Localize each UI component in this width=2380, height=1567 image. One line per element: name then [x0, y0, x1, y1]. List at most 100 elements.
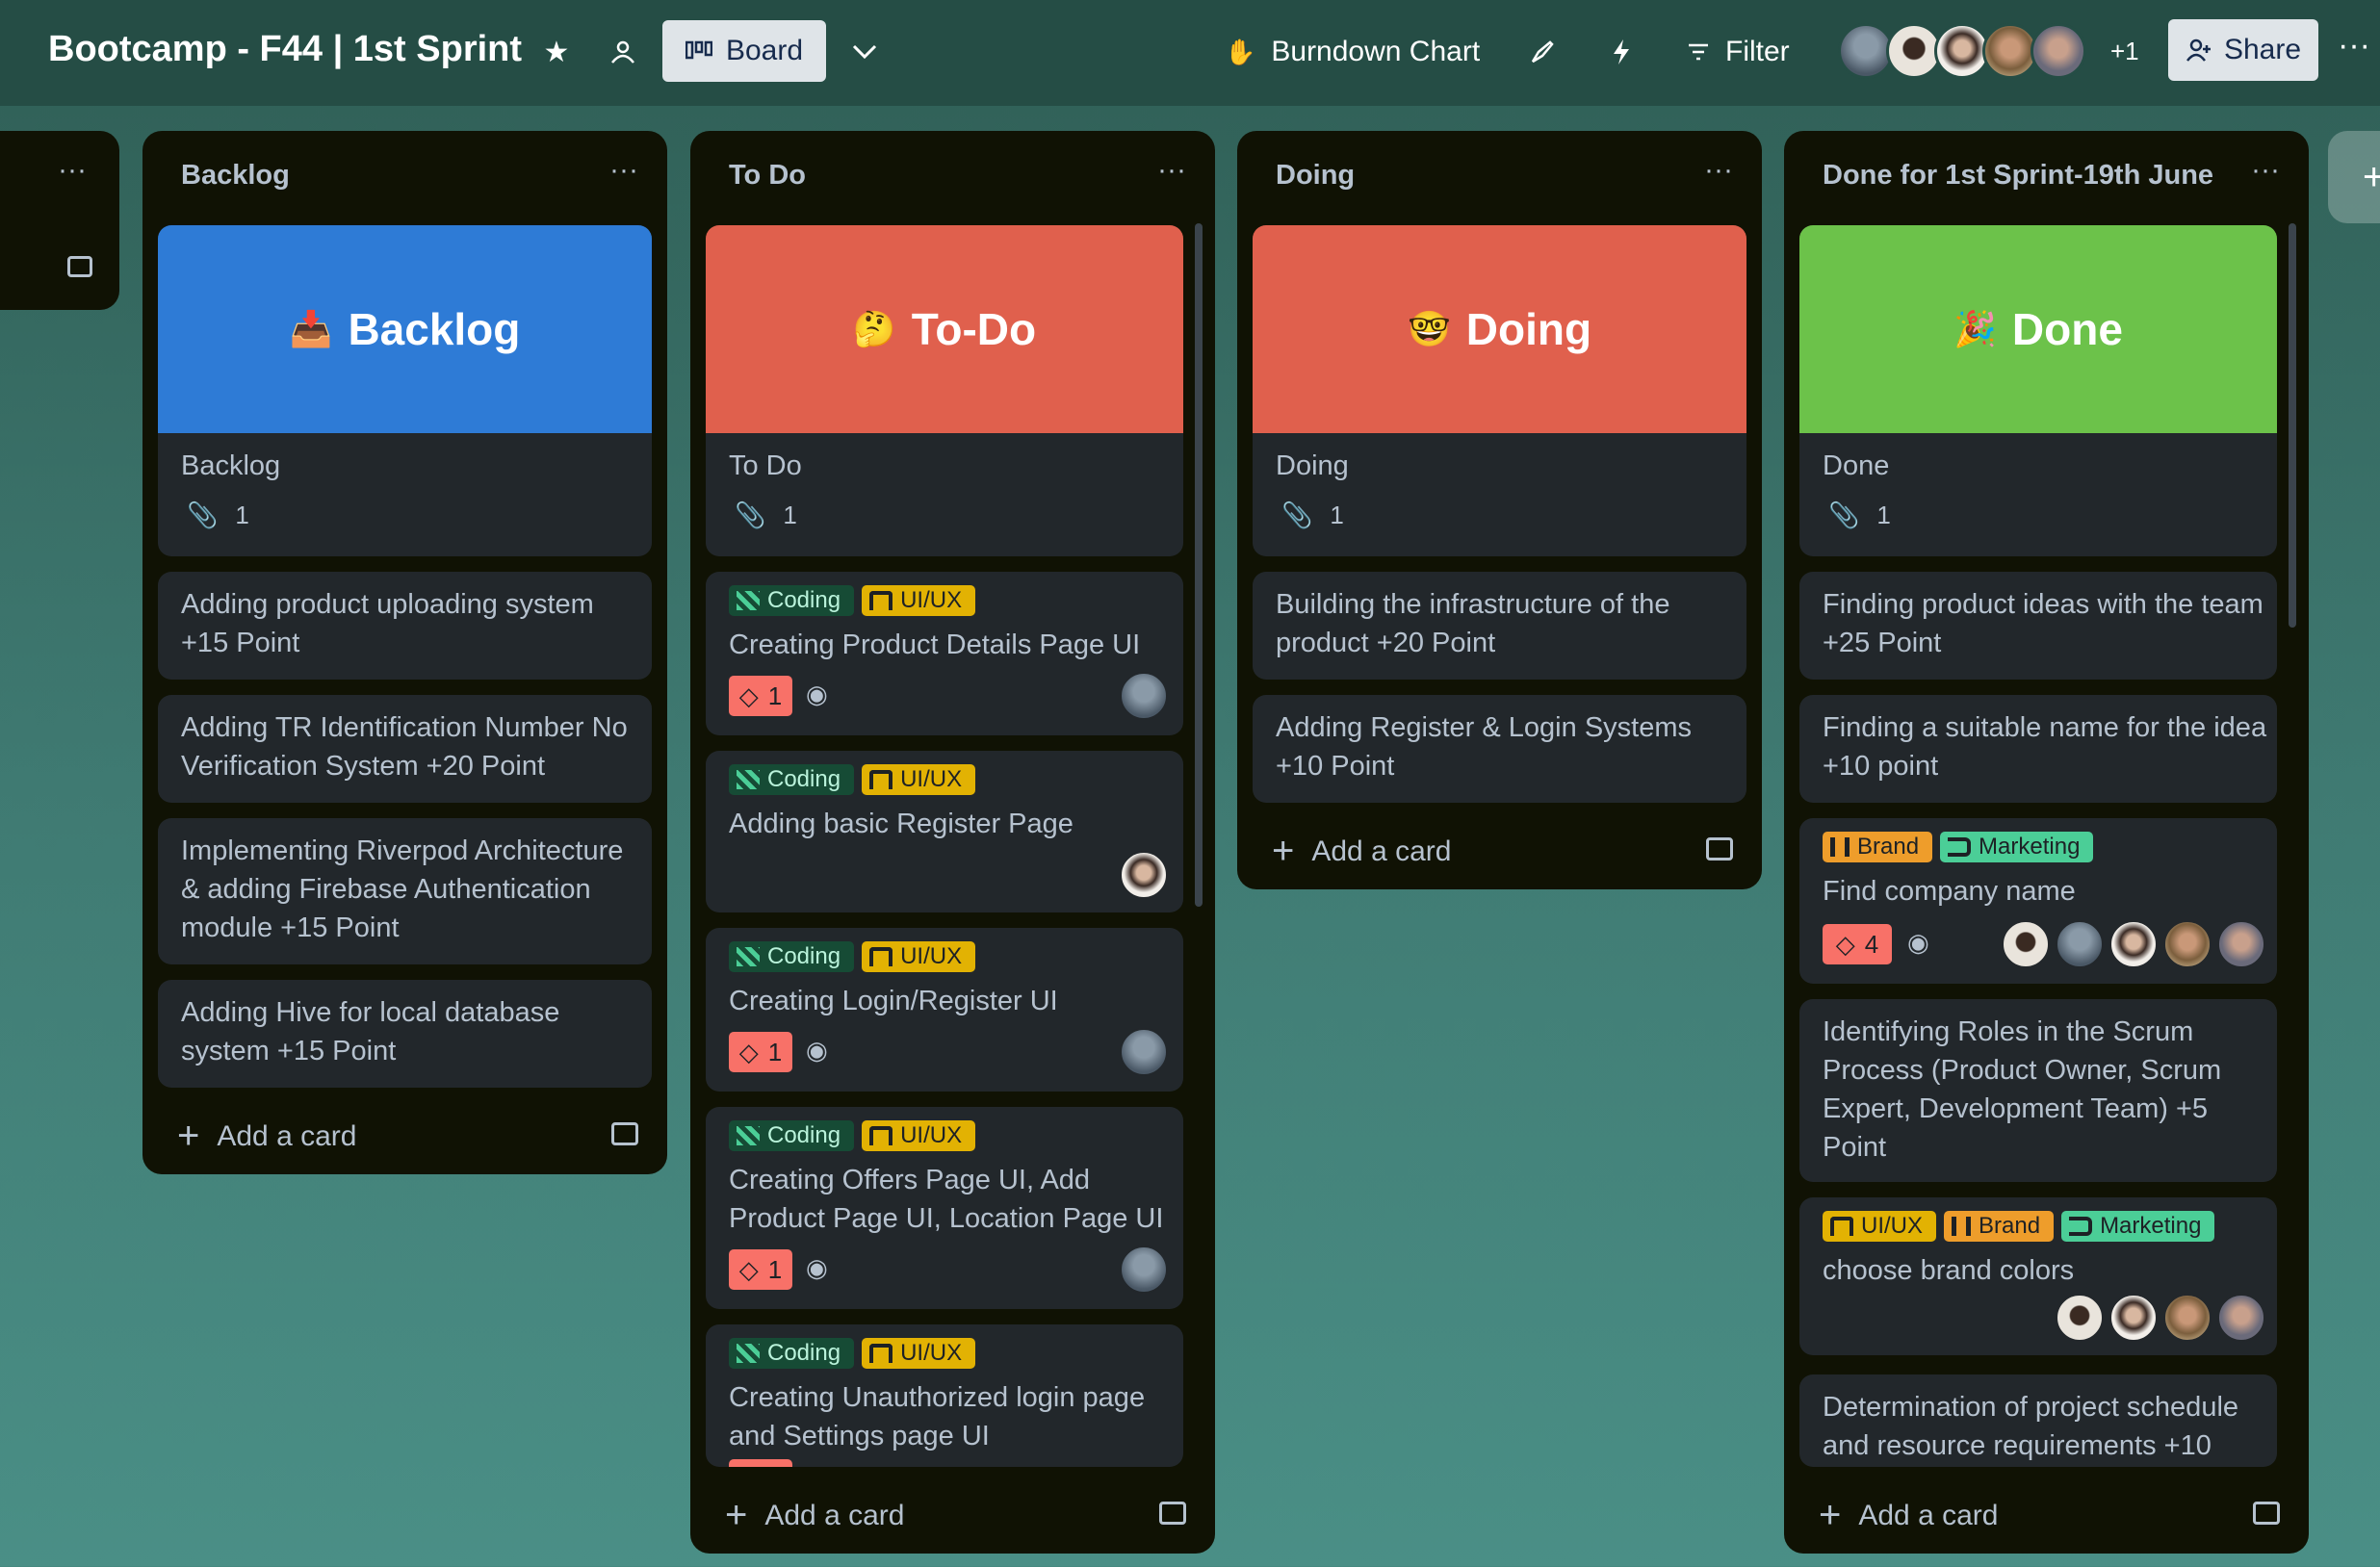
automation-lightning-icon[interactable] — [1602, 33, 1641, 71]
card[interactable]: Brand Marketing Find company name ◇ 4 ◉ — [1799, 818, 2277, 984]
label-coding[interactable]: Coding — [729, 585, 855, 616]
list-more-icon[interactable]: ··· — [609, 154, 638, 187]
template-icon[interactable] — [1706, 837, 1733, 861]
template-icon[interactable] — [1159, 1502, 1186, 1525]
list-title[interactable]: Done for 1st Sprint-19th June — [1823, 160, 2213, 192]
member-avatar[interactable] — [2217, 1294, 2265, 1342]
member-avatar[interactable] — [1120, 851, 1168, 899]
member-avatar[interactable] — [1120, 1028, 1168, 1076]
label-brand[interactable]: Brand — [1944, 1211, 2055, 1242]
card[interactable]: Building the infrastructure of the produ… — [1253, 572, 1746, 680]
card[interactable]: Finding product ideas with the team +25 … — [1799, 572, 2277, 680]
label-text: UI/UX — [900, 587, 963, 613]
workspace-visibility-icon[interactable] — [604, 33, 642, 71]
card[interactable]: Adding Register & Login Systems +10 Poin… — [1253, 695, 1746, 803]
label-uiux[interactable]: UI/UX — [1823, 1211, 1937, 1242]
member-avatar[interactable] — [2056, 1294, 2104, 1342]
priority-badge: ◇ 1 — [729, 1249, 792, 1290]
label-coding[interactable]: Coding — [729, 1120, 855, 1151]
plus-icon: + — [725, 1494, 748, 1536]
label-text: UI/UX — [900, 1340, 963, 1366]
label-text: UI/UX — [1861, 1213, 1924, 1239]
member-avatar[interactable] — [2109, 920, 2158, 968]
card[interactable]: Determination of project schedule and re… — [1799, 1374, 2277, 1467]
card[interactable]: Coding UI/UX Creating Unauthorized login… — [706, 1324, 1183, 1467]
card[interactable]: Implementing Riverpod Architecture & add… — [158, 818, 652, 964]
add-card-button[interactable]: + Add a card — [177, 1115, 356, 1158]
cover-card[interactable]: 🤓 Doing Doing 📎 1 — [1253, 225, 1746, 556]
list-more-icon[interactable]: ··· — [58, 154, 87, 187]
card-title: Creating Offers Page UI, Add Product Pag… — [729, 1165, 1164, 1234]
add-person-icon — [2186, 39, 2211, 62]
add-card-button[interactable]: + Add a card — [1272, 830, 1451, 873]
template-icon[interactable] — [611, 1122, 638, 1145]
member-avatar[interactable] — [2109, 1294, 2158, 1342]
label-coding[interactable]: Coding — [729, 764, 855, 795]
card[interactable]: Coding UI/UX Adding basic Register Page — [706, 751, 1183, 912]
member-avatar[interactable] — [2002, 920, 2050, 968]
list-title[interactable]: To Do — [729, 160, 806, 192]
list-more-icon[interactable]: ··· — [2251, 154, 2280, 187]
card-title: Building the infrastructure of the produ… — [1276, 589, 1670, 658]
list-more-icon[interactable]: ··· — [1704, 154, 1733, 187]
label-marketing[interactable]: Marketing — [2061, 1211, 2215, 1242]
list-title[interactable]: Doing — [1276, 160, 1355, 192]
label-brand[interactable]: Brand — [1823, 832, 1933, 862]
add-card-button[interactable]: + Add a card — [1819, 1494, 1998, 1537]
board-title[interactable]: Bootcamp - F44 | 1st Sprint — [48, 29, 522, 70]
attachment-count: 1 — [1330, 501, 1344, 529]
member-avatar[interactable] — [1120, 1246, 1168, 1294]
card[interactable]: Coding UI/UX Creating Login/Register UI … — [706, 928, 1183, 1092]
rocket-icon[interactable] — [1523, 33, 1562, 71]
label-marketing[interactable]: Marketing — [1940, 832, 2094, 862]
chevron-down-icon[interactable] — [845, 33, 884, 71]
card[interactable]: Identifying Roles in the Scrum Process (… — [1799, 999, 2277, 1182]
filter-button[interactable]: Filter — [1687, 29, 1790, 75]
template-icon[interactable] — [2253, 1502, 2280, 1525]
cover-card[interactable]: 📥 Backlog Backlog 📎 1 — [158, 225, 652, 556]
label-uiux[interactable]: UI/UX — [862, 1338, 976, 1369]
watching-eye-icon: ◉ — [806, 1036, 828, 1065]
list-scrollbar[interactable] — [2289, 223, 2296, 628]
star-icon[interactable]: ★ — [537, 33, 576, 71]
card[interactable]: Finding a suitable name for the idea +10… — [1799, 695, 2277, 803]
member-avatar[interactable] — [1120, 672, 1168, 720]
card[interactable]: Adding Hive for local database system +1… — [158, 980, 652, 1088]
plus-icon: + — [1819, 1494, 1842, 1536]
member-avatar[interactable] — [2031, 23, 2086, 79]
label-coding[interactable]: Coding — [729, 1338, 855, 1369]
card[interactable]: Coding UI/UX Creating Offers Page UI, Ad… — [706, 1107, 1183, 1309]
member-avatar[interactable] — [2217, 920, 2265, 968]
label-uiux[interactable]: UI/UX — [862, 1120, 976, 1151]
member-avatar[interactable] — [2056, 920, 2104, 968]
burndown-chart-button[interactable]: ✋ Burndown Chart — [1225, 29, 1480, 75]
board-view-button[interactable]: Board — [662, 20, 826, 82]
cover-card[interactable]: 🤔 To-Do To Do 📎 1 — [706, 225, 1183, 556]
more-menu-icon[interactable]: ··· — [2338, 27, 2370, 64]
card[interactable]: Adding TR Identification Number No Verif… — [158, 695, 652, 803]
share-button[interactable]: Share — [2168, 19, 2318, 81]
list-more-icon[interactable]: ··· — [1157, 154, 1186, 187]
label-text: Coding — [767, 1340, 841, 1366]
add-card-button[interactable]: + Add a card — [725, 1494, 904, 1537]
add-list-button[interactable]: + — [2328, 131, 2380, 223]
label-text: Marketing — [2100, 1213, 2202, 1239]
label-uiux[interactable]: UI/UX — [862, 585, 976, 616]
cover-card[interactable]: 🎉 Done Done 📎 1 — [1799, 225, 2277, 556]
card[interactable]: Coding UI/UX Creating Product Details Pa… — [706, 572, 1183, 735]
member-avatar[interactable] — [2163, 920, 2212, 968]
attachment-count: 1 — [1876, 501, 1891, 529]
label-coding[interactable]: Coding — [729, 941, 855, 972]
card[interactable]: Adding product uploading system +15 Poin… — [158, 572, 652, 680]
member-avatar[interactable] — [2163, 1294, 2212, 1342]
extra-members-count[interactable]: +1 — [2110, 37, 2139, 66]
card-cover: 🎉 Done — [1799, 225, 2277, 433]
card[interactable]: UI/UX Brand Marketing choose brand color… — [1799, 1197, 2277, 1355]
template-icon[interactable] — [67, 256, 92, 277]
list-scrollbar[interactable] — [1195, 223, 1203, 907]
label-stripe-icon — [737, 1344, 760, 1363]
label-uiux[interactable]: UI/UX — [862, 764, 976, 795]
label-uiux[interactable]: UI/UX — [862, 941, 976, 972]
board-members[interactable] — [1838, 23, 2086, 79]
list-title[interactable]: Backlog — [181, 160, 290, 192]
